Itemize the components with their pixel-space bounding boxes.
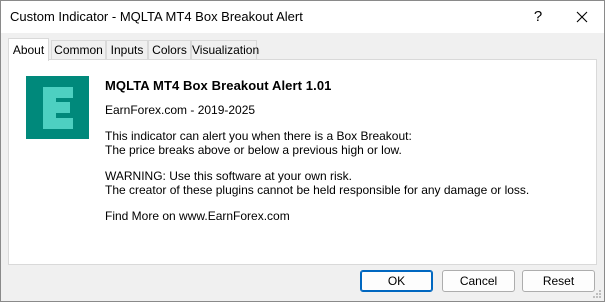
title-bar[interactable]: Custom Indicator - MQLTA MT4 Box Breakou… <box>1 1 604 33</box>
close-icon <box>576 11 588 22</box>
tab-about[interactable]: About <box>8 38 49 61</box>
about-panel: MQLTA MT4 Box Breakout Alert 1.01 EarnFo… <box>8 59 597 265</box>
reset-button[interactable]: Reset <box>522 270 595 292</box>
indicator-heading: MQLTA MT4 Box Breakout Alert 1.01 <box>105 78 332 93</box>
earnforex-logo-icon <box>26 76 89 139</box>
description-line-1: This indicator can alert you when there … <box>105 129 412 143</box>
description-line-2: The price breaks above or below a previo… <box>105 143 402 157</box>
cancel-button[interactable]: Cancel <box>442 270 515 292</box>
find-more-text: Find More on www.EarnForex.com <box>105 209 290 223</box>
warning-line-1: WARNING: Use this software at your own r… <box>105 169 352 183</box>
close-button[interactable] <box>560 1 604 32</box>
tab-common[interactable]: Common <box>51 40 106 59</box>
tab-visualization[interactable]: Visualization <box>191 40 259 59</box>
tab-inputs[interactable]: Inputs <box>106 40 148 59</box>
resize-grip-icon[interactable] <box>592 289 602 299</box>
about-text: MQLTA MT4 Box Breakout Alert 1.01 EarnFo… <box>105 78 529 223</box>
window-title: Custom Indicator - MQLTA MT4 Box Breakou… <box>10 9 303 24</box>
indicator-dialog: Custom Indicator - MQLTA MT4 Box Breakou… <box>0 0 605 302</box>
warning-line-2: The creator of these plugins cannot be h… <box>105 183 530 197</box>
ok-button[interactable]: OK <box>360 270 433 292</box>
tab-colors[interactable]: Colors <box>148 40 191 59</box>
help-button[interactable]: ? <box>516 1 560 32</box>
copyright-text: EarnForex.com - 2019-2025 <box>105 103 256 117</box>
